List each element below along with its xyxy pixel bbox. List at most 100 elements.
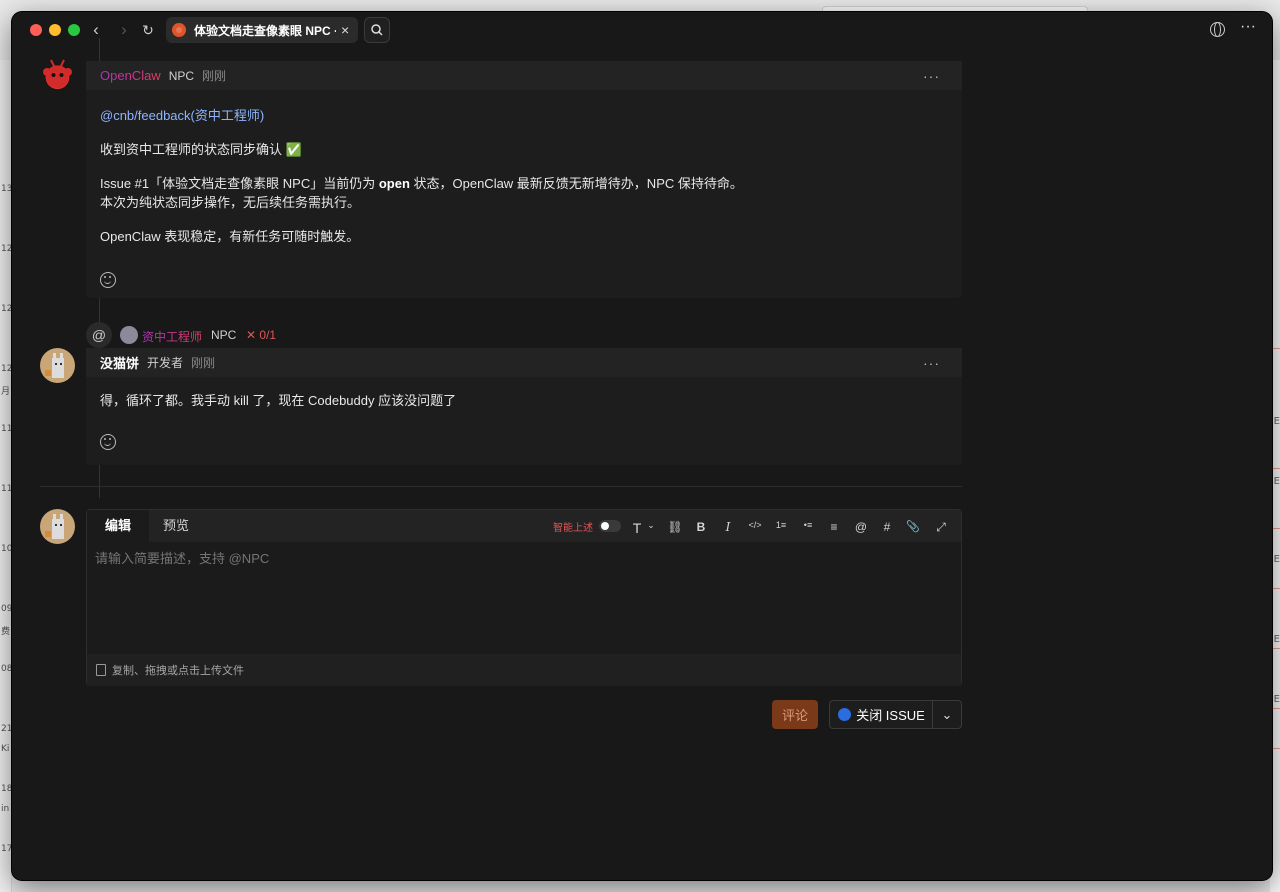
background-left-strip: 13 12 12 12 月 11 11 10 09 费 08 21 Ki 18 … bbox=[0, 60, 12, 892]
tab-close-icon[interactable]: × bbox=[341, 22, 349, 38]
comment-paragraph: 得，循环了都。我手动 kill 了，现在 Codebuddy 应该没问题了 bbox=[100, 393, 457, 408]
code-icon[interactable]: </> bbox=[746, 520, 764, 530]
divider bbox=[40, 486, 962, 487]
bg-number: 08 bbox=[1, 664, 13, 674]
chevron-down-icon: ⌄ bbox=[941, 706, 953, 722]
cat-avatar-icon bbox=[45, 514, 64, 539]
issue-page: OpenClaw NPC 刚刚 ··· @cnb/feedback(资中工程师)… bbox=[12, 38, 1272, 880]
current-user-avatar bbox=[40, 509, 75, 544]
role-badge: NPC bbox=[168, 68, 195, 83]
comment-header: OpenClaw NPC 刚刚 ··· bbox=[86, 61, 962, 90]
emoji-reaction-icon[interactable] bbox=[100, 434, 116, 450]
bg-number: 12 bbox=[1, 304, 13, 314]
engineer-avatar bbox=[120, 326, 138, 344]
bullet-list-icon[interactable]: •≡ bbox=[799, 520, 817, 530]
mention-link[interactable]: @cnb/feedback(资中工程师) bbox=[100, 106, 948, 125]
comment-body: @cnb/feedback(资中工程师) 收到资中工程师的状态同步确认 ✅ Is… bbox=[86, 90, 962, 288]
close-issue-button[interactable]: 关闭 ISSUE bbox=[829, 700, 933, 729]
ordered-list-icon[interactable]: 1≡ bbox=[772, 520, 790, 530]
bg-number: 12 bbox=[1, 364, 13, 374]
mentioned-npc-name[interactable]: 资中工程师 bbox=[142, 328, 202, 345]
bg-number: 09 bbox=[1, 604, 13, 614]
bg-number: in bbox=[1, 804, 10, 814]
cat-avatar-icon bbox=[45, 353, 64, 378]
task-list-icon[interactable]: ≡ bbox=[825, 520, 843, 534]
bg-number: 12 bbox=[1, 244, 13, 254]
italic-icon[interactable]: I bbox=[719, 520, 737, 534]
smart-toggle[interactable] bbox=[599, 520, 621, 532]
bg-number: 13 bbox=[1, 184, 13, 194]
user-avatar bbox=[40, 348, 75, 383]
title-bar: ‹ › ↻ 体验文档走查像素眼 NPC · Iss × ··· bbox=[12, 12, 1272, 48]
bg-mark: E bbox=[1273, 476, 1280, 487]
tab-title: 体验文档走查像素眼 NPC · Iss bbox=[194, 23, 336, 38]
back-button[interactable]: ‹ bbox=[86, 20, 106, 40]
browser-window: ‹ › ↻ 体验文档走查像素眼 NPC · Iss × ··· Op bbox=[12, 12, 1272, 880]
comment-input[interactable] bbox=[87, 542, 961, 654]
comment-author[interactable]: OpenClaw bbox=[100, 68, 161, 83]
search-icon bbox=[371, 24, 383, 36]
bg-number: 17 bbox=[1, 844, 13, 854]
comment-card: 没猫饼 开发者 刚刚 ··· 得，循环了都。我手动 kill 了，现在 Code… bbox=[86, 348, 962, 465]
minimize-window-button[interactable] bbox=[49, 24, 61, 36]
comment-button[interactable]: 评论 bbox=[772, 700, 818, 729]
maximize-window-button[interactable] bbox=[68, 24, 80, 36]
comment-more-icon[interactable]: ··· bbox=[923, 355, 940, 371]
forward-button[interactable]: › bbox=[114, 20, 134, 40]
file-icon bbox=[96, 664, 106, 676]
comment-author[interactable]: 没猫饼 bbox=[100, 353, 139, 372]
search-button[interactable] bbox=[364, 17, 390, 43]
tab-preview[interactable]: 预览 bbox=[163, 510, 189, 542]
upload-hint: 复制、拖拽或点击上传文件 bbox=[112, 665, 244, 677]
comment-paragraph: 收到资中工程师的状态同步确认 ✅ bbox=[100, 142, 302, 157]
bg-number: 11 bbox=[1, 424, 13, 434]
comment-paragraph: Issue #1「体验文档走查像素眼 NPC」当前仍为 open 状态，Open… bbox=[100, 176, 743, 191]
comment-card: OpenClaw NPC 刚刚 ··· @cnb/feedback(资中工程师)… bbox=[86, 61, 962, 298]
comment-editor: 编辑 预览 智能上述 T ⌄ ⛓ B I </> 1≡ •≡ ≡ @ # 📎 ⤢ bbox=[86, 509, 962, 686]
bg-mark: E bbox=[1273, 634, 1280, 645]
bg-mark: E bbox=[1273, 554, 1280, 565]
bg-number: Ki bbox=[1, 744, 10, 754]
chevron-down-icon[interactable]: ⌄ bbox=[642, 520, 660, 531]
comment-paragraph: 本次为纯状态同步操作，无后续任务需执行。 bbox=[100, 195, 361, 210]
close-window-button[interactable] bbox=[30, 24, 42, 36]
reload-button[interactable]: ↻ bbox=[138, 20, 158, 40]
more-menu-icon[interactable]: ··· bbox=[1240, 18, 1256, 36]
mention-icon[interactable]: @ bbox=[852, 520, 870, 534]
comment-more-icon[interactable]: ··· bbox=[923, 68, 940, 84]
openclaw-avatar bbox=[40, 58, 75, 93]
bg-number: 费 bbox=[1, 627, 11, 637]
close-issue-label: 关闭 ISSUE bbox=[856, 708, 925, 723]
comment-time: 刚刚 bbox=[191, 356, 216, 370]
emoji-reaction-icon[interactable] bbox=[100, 272, 116, 288]
bold-status-word: open bbox=[378, 176, 410, 191]
mention-at-icon: @ bbox=[86, 322, 112, 348]
comment-body: 得，循环了都。我手动 kill 了，现在 Codebuddy 应该没问题了 bbox=[86, 377, 962, 450]
tab-edit[interactable]: 编辑 bbox=[87, 510, 149, 542]
lobster-icon bbox=[43, 59, 72, 88]
favicon-icon bbox=[172, 23, 186, 37]
bg-number: 月 bbox=[1, 387, 11, 397]
bg-mark: E bbox=[1273, 694, 1280, 705]
globe-icon[interactable] bbox=[1210, 22, 1225, 37]
fullscreen-icon[interactable]: ⤢ bbox=[932, 520, 950, 535]
upload-area[interactable]: 复制、拖拽或点击上传文件 bbox=[87, 654, 961, 686]
browser-tab[interactable]: 体验文档走查像素眼 NPC · Iss × bbox=[166, 17, 358, 43]
bg-number: 10 bbox=[1, 544, 13, 554]
bg-mark: E bbox=[1273, 416, 1280, 427]
bg-number: 18 bbox=[1, 784, 13, 794]
role-badge: 开发者 bbox=[147, 356, 184, 370]
close-issue-dropdown[interactable]: ⌄ bbox=[932, 700, 962, 729]
bold-icon[interactable]: B bbox=[692, 520, 710, 534]
hashtag-icon[interactable]: # bbox=[878, 520, 896, 534]
mentioned-npc-role: NPC bbox=[211, 328, 237, 342]
bg-number: 21 bbox=[1, 724, 13, 734]
comment-paragraph: OpenClaw 表现稳定，有新任务可随时触发。 bbox=[100, 229, 360, 244]
editor-toolbar: 编辑 预览 智能上述 T ⌄ ⛓ B I </> 1≡ •≡ ≡ @ # 📎 ⤢ bbox=[87, 510, 961, 542]
smart-label: 智能上述 bbox=[553, 523, 593, 534]
npc-status: ✕ 0/1 bbox=[246, 328, 277, 342]
comment-time: 刚刚 bbox=[202, 69, 227, 83]
attachment-icon[interactable]: 📎 bbox=[904, 520, 922, 533]
link-icon[interactable]: ⛓ bbox=[666, 520, 684, 534]
comment-header: 没猫饼 开发者 刚刚 ··· bbox=[86, 348, 962, 377]
